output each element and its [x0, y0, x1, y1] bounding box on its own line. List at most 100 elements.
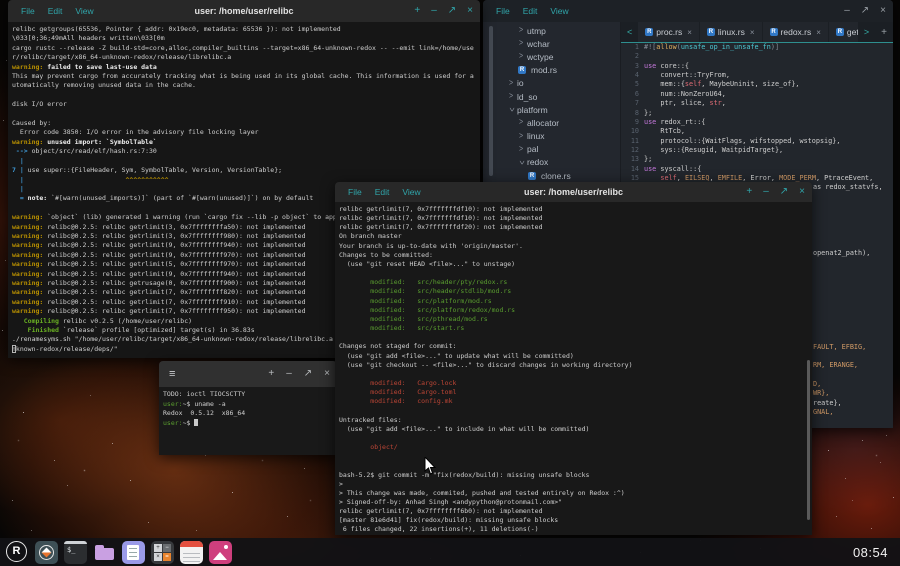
- tree-item-ld_so[interactable]: >ld_so: [497, 90, 620, 103]
- clock: 08:54: [853, 545, 888, 560]
- text-editor-icon[interactable]: [122, 541, 145, 564]
- tree-item-clone.rs[interactable]: Rclone.rs: [497, 169, 620, 182]
- close-tab-icon[interactable]: ×: [687, 28, 692, 37]
- terminal-line: modified: Cargo.toml: [339, 388, 812, 397]
- tree-item-io[interactable]: >io: [497, 77, 620, 90]
- terminal2-titlebar[interactable]: FileEditView user: /home/user/relibc +–↗…: [335, 182, 812, 202]
- terminal-line: Caused by:: [12, 119, 480, 128]
- terminal2-output[interactable]: relibc getrlimit(7, 0x7fffffffdf10): not…: [335, 202, 812, 535]
- menu-edit[interactable]: Edit: [523, 6, 538, 16]
- maximize-button[interactable]: ↗: [448, 6, 456, 16]
- tab-scroll-left-icon[interactable]: <: [621, 27, 638, 37]
- new-tab-button[interactable]: +: [414, 6, 420, 16]
- terminal-line: utomatically removing unused data in the…: [12, 81, 480, 90]
- close-button[interactable]: ×: [880, 6, 886, 16]
- minimize-button[interactable]: –: [431, 6, 437, 16]
- tab-scroll-right-icon[interactable]: >: [858, 27, 875, 37]
- code-line: 4 convert::TryFrom,: [621, 71, 893, 80]
- terminal-line: warning: failed to save last-use data: [12, 63, 480, 72]
- terminal3-titlebar[interactable]: ≡ + – ↗ ×: [159, 361, 337, 387]
- chevron-right-icon: >: [517, 39, 525, 48]
- tab-linux.rs[interactable]: Rlinux.rs×: [700, 22, 762, 42]
- terminal-window-uname: ≡ + – ↗ × TODO: ioctl TIOCSCTTYuser:~$ unam…: [159, 361, 337, 455]
- browser-icon[interactable]: [35, 541, 58, 564]
- maximize-button[interactable]: ↗: [780, 187, 788, 197]
- terminal3-output[interactable]: TODO: ioctl TIOCSCTTYuser:~$ uname -aRed…: [159, 387, 337, 455]
- tree-item-platform[interactable]: >platform: [497, 103, 620, 116]
- tree-item-allocator[interactable]: >allocator: [497, 116, 620, 129]
- maximize-button[interactable]: ↗: [304, 369, 312, 379]
- maximize-button[interactable]: ↗: [861, 6, 869, 16]
- folder-body: [95, 548, 114, 560]
- close-button[interactable]: ×: [799, 187, 805, 197]
- terminal1-titlebar[interactable]: FileEditView user: /home/user/relibc +–↗…: [8, 0, 480, 22]
- terminal-line: Changes not staged for commit:: [339, 342, 812, 351]
- code-fragment: RM, ERANGE,: [813, 361, 858, 370]
- new-tab-button[interactable]: +: [875, 27, 893, 38]
- minimize-button[interactable]: –: [763, 187, 769, 197]
- calendar-icon[interactable]: [180, 541, 203, 564]
- terminal-line: warning: unused import: `SymbolTable`: [12, 138, 480, 147]
- minimize-button[interactable]: –: [286, 369, 292, 379]
- tab-getopt/mod.r[interactable]: Rgetopt/mod.r×: [829, 22, 858, 42]
- terminal-line: \033[0;36;49mAll headers written\033[0m: [12, 34, 480, 43]
- line-number: 8: [621, 109, 644, 118]
- sidebar-scrollbar[interactable]: [489, 26, 493, 176]
- chevron-down-icon: >: [506, 106, 515, 114]
- terminal-line: user:~$ uname -a: [163, 400, 337, 410]
- calculator-icon[interactable]: +−×=: [151, 541, 174, 564]
- terminal-line: relibc getrlimit(7, 0x7ffffffff6b0): not…: [339, 507, 812, 516]
- line-number: 10: [621, 127, 644, 136]
- starfield-bright: [0, 0, 1, 1]
- close-button[interactable]: ×: [324, 369, 330, 379]
- line-number: 2: [621, 52, 644, 61]
- chevron-right-icon: >: [517, 132, 525, 141]
- menu-view[interactable]: View: [550, 6, 568, 16]
- terminal1-window-buttons: + – ↗ ×: [414, 0, 473, 22]
- file-manager-icon[interactable]: [93, 541, 116, 564]
- close-tab-icon[interactable]: ×: [816, 28, 821, 37]
- code-line: 6 num::NonZeroU64,: [621, 90, 893, 99]
- line-number: 1: [621, 43, 644, 52]
- terminal-line: modified: src/pthread/mod.rs: [339, 315, 812, 324]
- terminal-icon[interactable]: $_: [64, 541, 87, 564]
- tab-label: getopt/mod.r: [847, 27, 858, 37]
- tab-proc.rs[interactable]: Rproc.rs×: [638, 22, 699, 42]
- code-line: 9use redox_rt::{: [621, 118, 893, 127]
- menu-file[interactable]: File: [496, 6, 510, 16]
- terminal-line: 7 | use super::{FileHeader, Sym, SymbolT…: [12, 166, 480, 175]
- terminal-line: [339, 461, 812, 470]
- menu-icon[interactable]: ≡: [169, 368, 175, 380]
- rust-file-icon: R: [528, 172, 536, 180]
- tree-item-redox[interactable]: >redox: [497, 156, 620, 169]
- redox-start-icon[interactable]: R: [6, 541, 29, 564]
- new-tab-button[interactable]: +: [268, 369, 274, 379]
- sun-dot: [224, 545, 228, 549]
- terminal-glyph: $_: [67, 546, 75, 554]
- tree-item-wchar[interactable]: >wchar: [497, 37, 620, 50]
- terminal-line: [339, 452, 812, 461]
- close-tab-icon[interactable]: ×: [750, 28, 755, 37]
- tree-item-wctype[interactable]: >wctype: [497, 50, 620, 63]
- document-icon: [127, 545, 139, 560]
- code-fragment: reate},: [813, 399, 842, 408]
- tab-redox.rs[interactable]: Rredox.rs×: [763, 22, 828, 42]
- close-button[interactable]: ×: [467, 6, 473, 16]
- minimize-button[interactable]: –: [844, 6, 850, 16]
- tree-item-pal[interactable]: >pal: [497, 143, 620, 156]
- code-fragment: FAULT, EFBIG,: [813, 343, 866, 352]
- terminal-line: [339, 406, 812, 415]
- tree-item-linux[interactable]: >linux: [497, 130, 620, 143]
- tree-item-utmp[interactable]: >utmp: [497, 24, 620, 37]
- terminal-line: relibc getrlimit(7, 0x7fffffffdf10): not…: [339, 205, 812, 214]
- new-tab-button[interactable]: +: [746, 187, 752, 197]
- terminal2-scrollbar[interactable]: [807, 360, 810, 520]
- terminal-line: (use "git checkout -- <file>..." to disc…: [339, 361, 812, 370]
- terminal2-title: user: /home/user/relibc: [335, 187, 812, 197]
- chevron-right-icon: >: [517, 26, 525, 35]
- editor-titlebar[interactable]: File Edit View – ↗ ×: [483, 0, 893, 22]
- tree-item-mod.rs[interactable]: Rmod.rs: [497, 64, 620, 77]
- terminal1-title: user: /home/user/relibc: [8, 6, 480, 16]
- image-viewer-icon[interactable]: [209, 541, 232, 564]
- terminal-line: On branch master: [339, 232, 812, 241]
